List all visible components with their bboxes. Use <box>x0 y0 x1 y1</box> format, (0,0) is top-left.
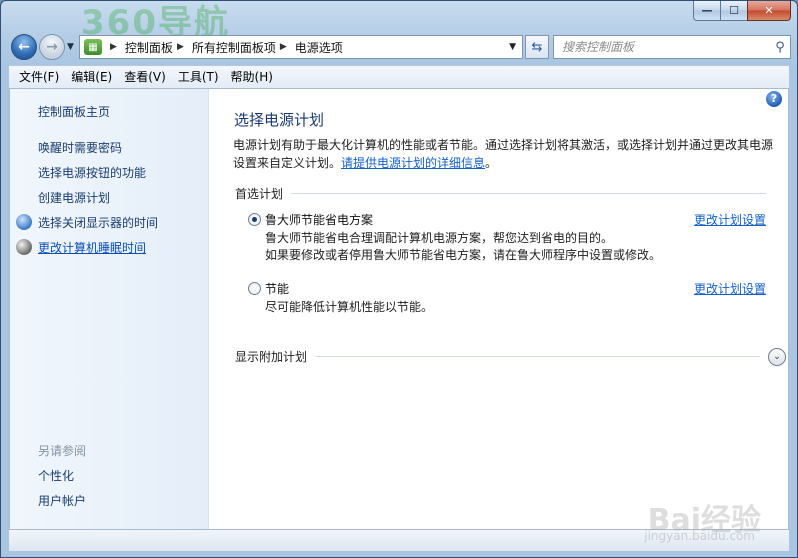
chevron-down-icon[interactable]: ⌄ <box>768 348 786 366</box>
sidebar-item-sleep[interactable]: 更改计算机睡眠时间 <box>38 239 146 256</box>
task-pane: 控制面板主页 唤醒时需要密码 选择电源按钮的功能 创建电源计划 选择关闭显示器的… <box>10 89 209 529</box>
sidebar-home-link[interactable]: 控制面板主页 <box>38 103 110 120</box>
search-box[interactable]: ⚲ <box>553 35 791 59</box>
plan-details-link[interactable]: 请提供电源计划的详细信息 <box>341 156 485 170</box>
sidebar-item-wake-password[interactable]: 唤醒时需要密码 <box>38 139 122 156</box>
plan-desc-line: 尽可能降低计算机性能以节能。 <box>265 300 434 314</box>
sidebar-item-display-off[interactable]: 选择关闭显示器的时间 <box>38 214 158 231</box>
chevron-right-icon[interactable]: ▶ <box>177 42 184 52</box>
intro-body: 电源计划有助于最大化计算机的性能或者节能。通过选择计划将其激活，或选择计划并通过… <box>233 138 774 170</box>
menu-edit[interactable]: 编辑(E) <box>65 66 118 88</box>
breadcrumb-all-items[interactable]: 所有控制面板项 <box>192 39 276 56</box>
menu-tools[interactable]: 工具(T) <box>172 66 225 88</box>
back-button[interactable]: ← <box>11 34 37 60</box>
see-also-header: 另请参阅 <box>38 444 87 458</box>
page-title: 选择电源计划 <box>234 111 325 129</box>
plan-option-power-saver[interactable]: 节能 更改计划设置 尽可能降低计算机性能以节能。 <box>248 280 766 314</box>
background-glass: 360导航 <box>81 1 641 43</box>
refresh-icon: ⇆ <box>531 39 543 55</box>
plan-radio-ludashi[interactable] <box>248 213 261 226</box>
expand-spacer: ⌄ <box>760 348 786 366</box>
status-bar <box>9 529 789 551</box>
plan-radio-power-saver[interactable] <box>248 282 261 295</box>
close-button[interactable]: ✕ <box>747 1 791 21</box>
plan-option-ludashi[interactable]: 鲁大师节能省电方案 更改计划设置 鲁大师节能省电合理调配计算机电源方案，帮您达到… <box>248 211 766 262</box>
plan-desc-line: 如果要修改或者停用鲁大师节能省电方案，请在鲁大师程序中设置或修改。 <box>265 248 662 262</box>
plan-description-power-saver: 尽可能降低计算机性能以节能。 <box>265 299 433 316</box>
arrow-left-icon: ← <box>18 39 30 55</box>
help-icon[interactable]: ? <box>766 91 782 107</box>
chevron-right-icon[interactable]: ▶ <box>280 42 287 52</box>
breadcrumb-power-options[interactable]: 电源选项 <box>295 39 343 56</box>
preferred-plans-label: 首选计划 <box>235 187 284 201</box>
refresh-button[interactable]: ⇆ <box>525 35 549 59</box>
intro-end: 。 <box>485 156 498 170</box>
menu-help[interactable]: 帮助(H) <box>225 66 279 88</box>
forward-button[interactable]: → <box>39 34 65 60</box>
sidebar-item-power-buttons[interactable]: 选择电源按钮的功能 <box>38 164 146 181</box>
plan-desc-line: 鲁大师节能省电合理调配计算机电源方案，帮您达到省电的目的。 <box>265 231 614 245</box>
additional-plans-header[interactable]: 显示附加计划 ⌄ <box>235 348 786 366</box>
address-dropdown-icon[interactable]: ▼ <box>509 42 516 52</box>
minimize-button[interactable]: — <box>693 1 720 21</box>
preferred-plans-header: 首选计划 <box>235 185 766 202</box>
main-panel: ? 选择电源计划 电源计划有助于最大化计算机的性能或者节能。通过选择计划将其激活… <box>210 89 788 529</box>
sidebar-item-personalization[interactable]: 个性化 <box>38 467 74 484</box>
search-icon[interactable]: ⚲ <box>770 40 790 55</box>
navigation-bar: ← → ▼ ▦ ▶ 控制面板 ▶ 所有控制面板项 ▶ 电源选项 ▼ ⇆ ⚲ <box>9 33 791 61</box>
content-area: 控制面板主页 唤醒时需要密码 选择电源按钮的功能 创建电源计划 选择关闭显示器的… <box>9 89 789 529</box>
additional-plans-label[interactable]: 显示附加计划 <box>235 348 307 365</box>
sidebar-item-create-plan[interactable]: 创建电源计划 <box>38 189 110 206</box>
change-plan-settings-link-power-saver[interactable]: 更改计划设置 <box>694 280 766 297</box>
address-bar[interactable]: ▦ ▶ 控制面板 ▶ 所有控制面板项 ▶ 电源选项 ▼ <box>79 35 523 59</box>
intro-text: 电源计划有助于最大化计算机的性能或者节能。通过选择计划将其激活，或选择计划并通过… <box>233 136 779 172</box>
breadcrumb-control-panel[interactable]: 控制面板 <box>125 39 173 56</box>
plan-description-ludashi: 鲁大师节能省电合理调配计算机电源方案，帮您达到省电的目的。 如果要修改或者停用鲁… <box>265 230 661 264</box>
control-panel-window: 360导航 — ☐ ✕ ← → ▼ ▦ ▶ 控制面板 ▶ 所有控制面板项 ▶ 电… <box>0 0 798 558</box>
monitor-icon <box>16 214 32 230</box>
menu-view[interactable]: 查看(V) <box>118 66 172 88</box>
maximize-button[interactable]: ☐ <box>720 1 747 21</box>
search-input[interactable] <box>562 40 770 54</box>
section-divider <box>315 356 760 357</box>
caption-buttons: — ☐ ✕ <box>693 1 791 21</box>
arrow-right-icon: → <box>46 39 58 55</box>
menu-file[interactable]: 文件(F) <box>13 66 65 88</box>
plan-name-ludashi[interactable]: 鲁大师节能省电方案 <box>265 211 373 228</box>
menu-bar: 文件(F) 编辑(E) 查看(V) 工具(T) 帮助(H) <box>9 65 789 89</box>
plan-name-power-saver[interactable]: 节能 <box>265 280 289 297</box>
moon-icon <box>16 239 32 255</box>
control-panel-icon: ▦ <box>84 39 102 55</box>
section-divider <box>291 193 766 194</box>
recent-pages-dropdown[interactable]: ▼ <box>67 42 74 52</box>
sidebar-item-user-accounts[interactable]: 用户帐户 <box>38 492 86 509</box>
chevron-right-icon[interactable]: ▶ <box>110 42 117 52</box>
change-plan-settings-link-ludashi[interactable]: 更改计划设置 <box>694 211 766 228</box>
